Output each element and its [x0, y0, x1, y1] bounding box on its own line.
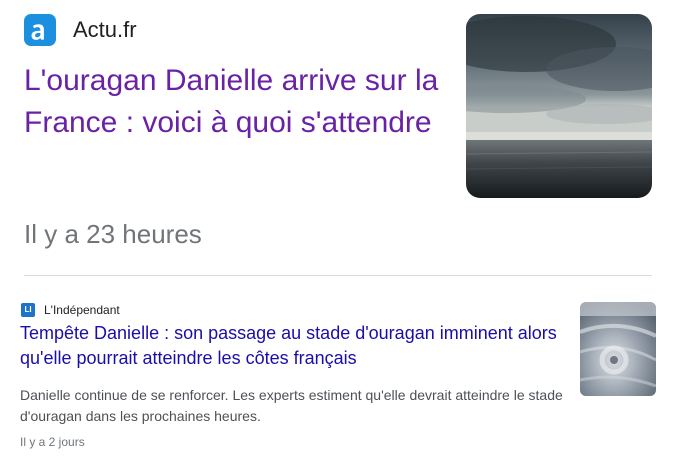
article-thumbnail[interactable] — [466, 14, 652, 198]
divider — [24, 275, 652, 276]
lindependant-logo-icon: LI — [21, 303, 35, 317]
article-timestamp: Il y a 23 heures — [24, 219, 202, 249]
article-snippet: Danielle continue de se renforcer. Les e… — [20, 387, 563, 424]
source-lindependant: LI L'Indépendant — [21, 303, 120, 317]
source-name: L'Indépendant — [44, 303, 120, 317]
source-name: Actu.fr — [73, 17, 137, 42]
news-card-lindependant[interactable]: LI L'Indépendant Tempête Danielle : son … — [0, 277, 700, 464]
actu-logo-icon — [24, 14, 56, 46]
article-title[interactable]: Tempête Danielle : son passage au stade … — [20, 321, 560, 371]
article-timestamp: Il y a 2 jours — [20, 435, 85, 449]
news-card-actu[interactable]: Actu.fr L'ouragan Danielle arrive sur la… — [0, 0, 700, 276]
article-thumbnail[interactable] — [580, 302, 656, 396]
source-actu: Actu.fr — [24, 14, 137, 46]
article-title[interactable]: L'ouragan Danielle arrive sur la France … — [24, 60, 444, 144]
